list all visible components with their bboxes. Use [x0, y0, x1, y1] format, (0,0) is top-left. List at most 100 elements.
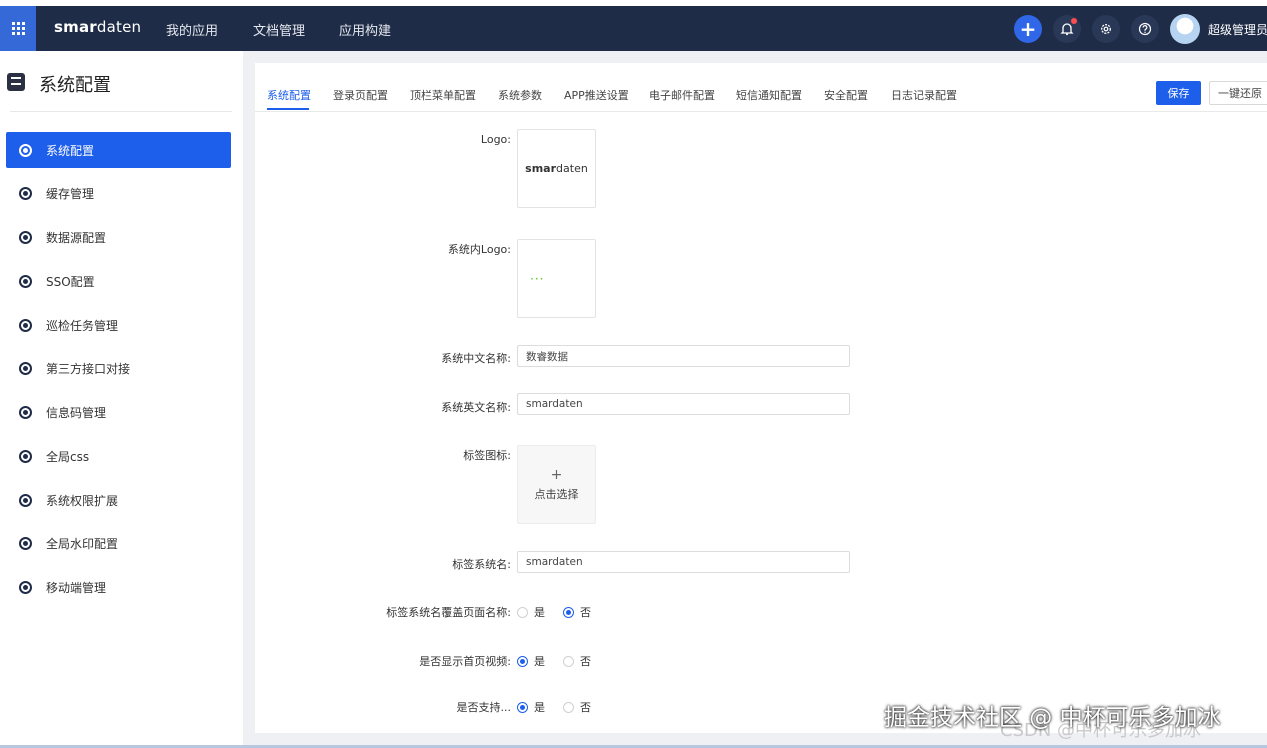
override-no-radio[interactable]	[563, 606, 574, 618]
inner-logo-upload[interactable]: ···	[517, 239, 596, 318]
video-no-radio[interactable]	[563, 655, 574, 667]
cn-name-input[interactable]: 数睿数据	[517, 345, 850, 367]
tab-topbar-menu[interactable]: 顶栏菜单配置	[410, 87, 476, 103]
bell-icon	[1060, 23, 1074, 36]
menu-dot-icon	[19, 186, 32, 200]
main-panel: 系统配置 登录页配置 顶栏菜单配置 系统参数 APP推送设置 电子邮件配置 短信…	[255, 63, 1267, 733]
override-radio-group: 是 否	[517, 604, 609, 620]
sidebar-item-label: SSO配置	[46, 274, 95, 289]
save-button[interactable]: 保存	[1156, 81, 1201, 105]
sidebar: 系统配置 系统配置 缓存管理 数据源配置 SSO配置 巡检任务管理 第三方接口对…	[0, 51, 243, 745]
sidebar-item-cache[interactable]: 缓存管理	[6, 175, 231, 211]
tab-app-push[interactable]: APP推送设置	[564, 87, 629, 103]
tab-system-params[interactable]: 系统参数	[498, 87, 542, 103]
partial-radio-group: 是 否	[517, 699, 609, 715]
menu-dot-icon	[19, 405, 32, 419]
juejin-watermark: 掘金技术社区 @ 中杯可乐多加冰	[884, 705, 1221, 731]
app-grid-button[interactable]	[0, 6, 36, 51]
menu-dot-icon	[19, 493, 32, 507]
nav-doc-management[interactable]: 文档管理	[253, 20, 305, 39]
cn-name-label: 系统中文名称:	[441, 352, 511, 365]
partial-label: 是否支持...	[456, 701, 512, 714]
restore-button[interactable]: 一键还原	[1209, 81, 1267, 105]
brand-logo[interactable]: smardaten	[54, 18, 141, 36]
tab-name-input[interactable]: smardaten	[517, 551, 850, 573]
video-no-label[interactable]: 否	[580, 653, 591, 669]
logo-upload[interactable]: smardaten	[517, 129, 596, 208]
nav-my-apps[interactable]: 我的应用	[166, 20, 218, 39]
tab-login-page[interactable]: 登录页配置	[333, 87, 388, 103]
sidebar-item-label: 第三方接口对接	[46, 361, 131, 376]
logo-preview: smardaten	[525, 162, 588, 175]
tab-system-config[interactable]: 系统配置	[267, 87, 311, 103]
override-label: 标签系统名覆盖页面名称:	[386, 606, 511, 619]
upload-text: 点击选择	[534, 487, 579, 501]
en-name-label: 系统英文名称:	[441, 401, 511, 414]
menu-dot-icon	[19, 580, 32, 594]
sidebar-divider	[10, 111, 232, 112]
sidebar-item-label: 全局css	[46, 449, 90, 464]
sidebar-item-global-css[interactable]: 全局css	[6, 438, 231, 474]
username[interactable]: 超级管理员	[1208, 21, 1267, 38]
partial-no-label[interactable]: 否	[580, 699, 591, 715]
video-radio-group: 是 否	[517, 653, 609, 669]
tab-icon-label: 标签图标:	[463, 449, 511, 462]
menu-dot-icon	[19, 536, 32, 550]
en-name-input[interactable]: smardaten	[517, 393, 850, 415]
sidebar-item-inspection[interactable]: 巡检任务管理	[6, 307, 231, 343]
sidebar-item-watermark[interactable]: 全局水印配置	[6, 525, 231, 561]
help-button[interactable]	[1131, 15, 1159, 43]
tab-log[interactable]: 日志记录配置	[891, 87, 957, 103]
gear-icon	[1101, 24, 1111, 34]
tab-sms[interactable]: 短信通知配置	[736, 87, 802, 103]
loading-dots-icon: ···	[530, 272, 545, 286]
sidebar-item-label: 信息码管理	[46, 405, 107, 420]
partial-no-radio[interactable]	[563, 701, 574, 713]
sidebar-item-system-config[interactable]: 系统配置	[6, 132, 231, 168]
plus-icon: +	[550, 466, 563, 483]
partial-yes-radio[interactable]	[517, 701, 528, 713]
help-icon	[1138, 22, 1152, 36]
sidebar-item-label: 系统配置	[46, 143, 95, 158]
nav-app-build[interactable]: 应用构建	[339, 20, 391, 39]
video-yes-label[interactable]: 是	[534, 653, 545, 669]
sidebar-title: 系统配置	[39, 75, 111, 96]
video-label: 是否显示首页视频:	[419, 655, 511, 668]
sidebar-item-label: 移动端管理	[46, 580, 107, 595]
notification-badge	[1071, 18, 1077, 24]
logo-label: Logo:	[480, 133, 511, 146]
notification-button[interactable]	[1053, 15, 1081, 43]
tab-security[interactable]: 安全配置	[824, 87, 868, 103]
sidebar-item-mobile[interactable]: 移动端管理	[6, 569, 231, 605]
active-tab-indicator	[267, 108, 309, 110]
plus-icon: +	[1019, 17, 1037, 41]
inner-logo-label: 系统内Logo:	[447, 243, 511, 256]
override-no-label[interactable]: 否	[580, 604, 591, 620]
sidebar-item-permission-ext[interactable]: 系统权限扩展	[6, 482, 231, 518]
override-yes-label[interactable]: 是	[534, 604, 545, 620]
sidebar-item-label: 系统权限扩展	[46, 493, 119, 508]
grid-icon	[11, 22, 25, 35]
user-avatar[interactable]	[1170, 14, 1200, 44]
sidebar-item-info-code[interactable]: 信息码管理	[6, 394, 231, 430]
override-yes-radio[interactable]	[517, 606, 528, 618]
top-navigation-bar: smardaten 我的应用 文档管理 应用构建 + 超级管理员	[0, 6, 1267, 51]
video-yes-radio[interactable]	[517, 655, 528, 667]
add-button[interactable]: +	[1014, 15, 1042, 43]
partial-yes-label[interactable]: 是	[534, 699, 545, 715]
menu-dot-icon	[19, 143, 32, 157]
menu-dot-icon	[19, 449, 32, 463]
sidebar-item-label: 缓存管理	[46, 186, 95, 201]
tab-email[interactable]: 电子邮件配置	[649, 87, 715, 103]
menu-dot-icon	[19, 274, 32, 288]
sidebar-item-label: 巡检任务管理	[46, 318, 119, 333]
sidebar-item-third-party[interactable]: 第三方接口对接	[6, 350, 231, 386]
sidebar-item-sso[interactable]: SSO配置	[6, 263, 231, 299]
sidebar-item-label: 数据源配置	[46, 230, 107, 245]
settings-button[interactable]	[1092, 15, 1120, 43]
tab-icon-upload[interactable]: + 点击选择	[517, 445, 596, 524]
menu-dot-icon	[19, 361, 32, 375]
menu-dot-icon	[19, 230, 32, 244]
config-icon	[7, 73, 25, 91]
sidebar-item-datasource[interactable]: 数据源配置	[6, 219, 231, 255]
